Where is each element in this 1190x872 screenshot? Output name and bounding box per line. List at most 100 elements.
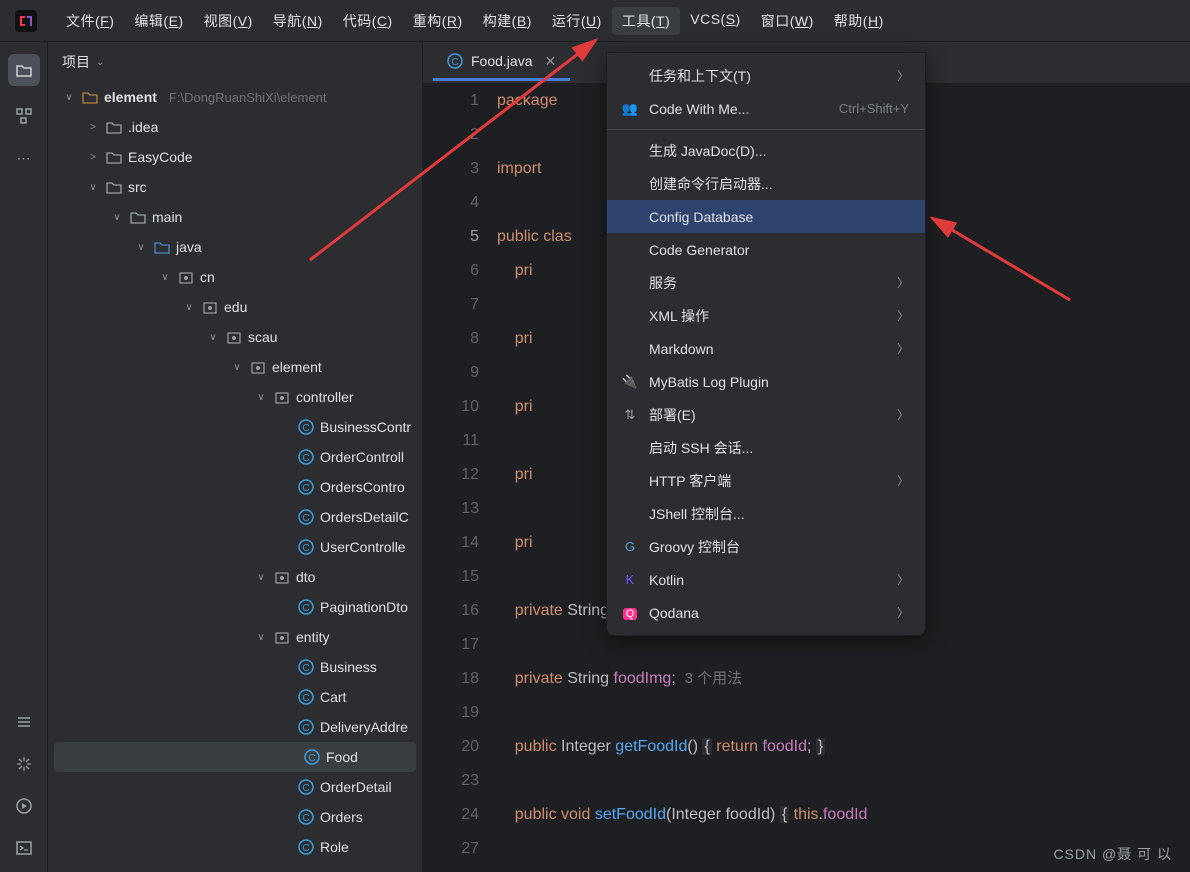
menu-item[interactable]: JShell 控制台... [607, 497, 925, 530]
menu-b[interactable]: 构建(B) [473, 7, 542, 35]
menu-item[interactable]: XML 操作〉 [607, 299, 925, 332]
tree-node[interactable]: >.idea [48, 112, 422, 142]
tree-node[interactable]: COrderControll [48, 442, 422, 472]
svg-text:C: C [302, 603, 309, 614]
tree-node[interactable]: ∨src [48, 172, 422, 202]
tree-node[interactable]: CFood [54, 742, 416, 772]
svg-text:C: C [302, 663, 309, 674]
svg-text:C: C [302, 723, 309, 734]
tree-node[interactable]: ∨java [48, 232, 422, 262]
menu-item[interactable]: Markdown〉 [607, 332, 925, 365]
tree-node[interactable]: ∨main [48, 202, 422, 232]
tree-node[interactable]: ∨edu [48, 292, 422, 322]
tree-node[interactable]: CCart [48, 682, 422, 712]
editor-tab-food[interactable]: C Food.java ✕ [433, 45, 570, 81]
structure-tool-icon[interactable] [12, 104, 36, 128]
class-icon: C [298, 809, 314, 825]
menu-c[interactable]: 代码(C) [333, 7, 403, 35]
menu-item[interactable]: 创建命令行启动器... [607, 167, 925, 200]
tree-node[interactable]: CPaginationDto [48, 592, 422, 622]
menu-item[interactable]: 生成 JavaDoc(D)... [607, 134, 925, 167]
menu-item[interactable]: ⇅部署(E)〉 [607, 398, 925, 431]
menu-item[interactable]: Config Database [607, 200, 925, 233]
tree-node[interactable]: CUserControlle [48, 532, 422, 562]
menu-w[interactable]: 窗口(W) [751, 7, 824, 35]
package-icon [178, 269, 194, 285]
package-icon [226, 329, 242, 345]
tree-node[interactable]: COrderDetail [48, 772, 422, 802]
tree-node[interactable]: COrdersDetailC [48, 502, 422, 532]
class-icon: C [298, 449, 314, 465]
close-icon[interactable]: ✕ [544, 53, 556, 70]
class-icon: C [304, 749, 320, 765]
tree-node[interactable]: COrders [48, 802, 422, 832]
tree-node[interactable]: >EasyCode [48, 142, 422, 172]
menu-item[interactable]: 🔌MyBatis Log Plugin [607, 365, 925, 398]
class-icon: C [298, 779, 314, 795]
tree-node[interactable]: CBusinessContr [48, 412, 422, 442]
tree-node[interactable]: CRole [48, 832, 422, 862]
menu-item[interactable]: 服务〉 [607, 266, 925, 299]
tools-menu-dropdown: 任务和上下文(T)〉👥Code With Me...Ctrl+Shift+Y 生成… [606, 52, 926, 636]
left-tool-rail: ⋯ [0, 42, 48, 872]
tree-node[interactable]: ∨elementF:\DongRuanShiXi\element [48, 82, 422, 112]
app-logo-icon [14, 9, 38, 33]
class-icon: C [298, 719, 314, 735]
menu-item[interactable]: HTTP 客户端〉 [607, 464, 925, 497]
menu-r[interactable]: 重构(R) [403, 7, 473, 35]
more-tool-icon[interactable]: ⋯ [12, 146, 36, 170]
todo-tool-icon[interactable] [12, 710, 36, 734]
folder-icon [106, 179, 122, 195]
tree-node[interactable]: ∨dto [48, 562, 422, 592]
project-sidebar: 项目 ⌄ ∨elementF:\DongRuanShiXi\element>.i… [48, 42, 423, 872]
editor-gutter: 1234567891011121314151617181920232427 [423, 84, 497, 872]
menu-item[interactable]: GGroovy 控制台 [607, 530, 925, 563]
folder-icon [130, 209, 146, 225]
svg-text:C: C [308, 753, 315, 764]
chevron-down-icon: ⌄ [96, 57, 104, 68]
project-sidebar-header[interactable]: 项目 ⌄ [48, 42, 422, 82]
menu-item[interactable]: QQodana〉 [607, 596, 925, 629]
class-icon: C [298, 599, 314, 615]
menu-item[interactable]: 任务和上下文(T)〉 [607, 59, 925, 92]
package-icon [274, 569, 290, 585]
terminal-tool-icon[interactable] [12, 836, 36, 860]
project-tree[interactable]: ∨elementF:\DongRuanShiXi\element>.idea>E… [48, 82, 422, 872]
services-tool-icon[interactable] [12, 752, 36, 776]
menu-e[interactable]: 编辑(E) [124, 7, 193, 35]
tree-node[interactable]: ∨scau [48, 322, 422, 352]
class-icon: C [298, 539, 314, 555]
tree-node[interactable]: ∨entity [48, 622, 422, 652]
folder-src-icon [154, 239, 170, 255]
menu-f[interactable]: 文件(F) [56, 7, 124, 35]
tree-node[interactable]: COrdersContro [48, 472, 422, 502]
menu-h[interactable]: 帮助(H) [824, 7, 894, 35]
folder-root-icon [82, 89, 98, 105]
menu-s[interactable]: VCS(S) [680, 7, 750, 35]
package-icon [202, 299, 218, 315]
menu-u[interactable]: 运行(U) [542, 7, 612, 35]
run-tool-icon[interactable] [12, 794, 36, 818]
menu-item[interactable]: Code Generator [607, 233, 925, 266]
menu-t[interactable]: 工具(T) [612, 7, 680, 35]
tree-node[interactable]: CBusiness [48, 652, 422, 682]
tree-node[interactable]: ∨controller [48, 382, 422, 412]
package-icon [250, 359, 266, 375]
class-icon: C [298, 419, 314, 435]
svg-text:C: C [302, 513, 309, 524]
menu-n[interactable]: 导航(N) [263, 7, 333, 35]
project-tool-icon[interactable] [8, 54, 40, 86]
tree-node[interactable]: CDeliveryAddre [48, 712, 422, 742]
tree-node[interactable]: ∨cn [48, 262, 422, 292]
menu-item[interactable]: KKotlin〉 [607, 563, 925, 596]
menu-v[interactable]: 视图(V) [194, 7, 263, 35]
svg-text:C: C [302, 483, 309, 494]
project-title: 项目 [62, 52, 90, 72]
package-icon [274, 629, 290, 645]
tree-node[interactable]: ∨element [48, 352, 422, 382]
menu-item[interactable]: 👥Code With Me...Ctrl+Shift+Y [607, 92, 925, 125]
watermark: CSDN @聂 可 以 [1053, 844, 1172, 864]
tab-label: Food.java [471, 53, 532, 69]
menu-item[interactable]: 启动 SSH 会话... [607, 431, 925, 464]
svg-text:C: C [302, 453, 309, 464]
